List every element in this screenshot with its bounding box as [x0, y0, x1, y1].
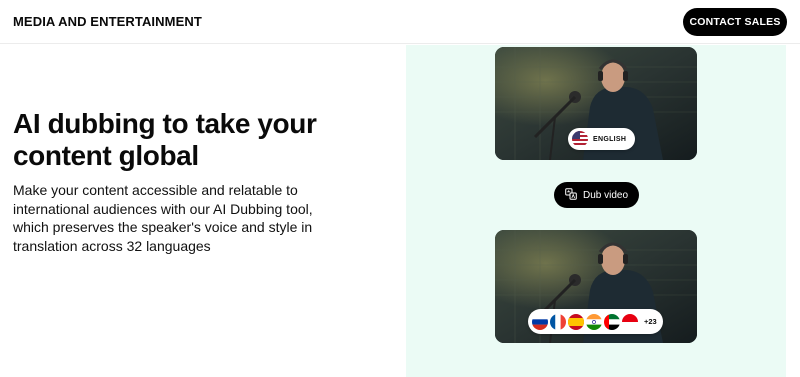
- section-title: MEDIA AND ENTERTAINMENT: [13, 14, 202, 29]
- source-language-badge: ENGLISH: [568, 128, 636, 150]
- france-flag-icon: [550, 313, 566, 330]
- uae-flag-icon: [604, 313, 620, 330]
- indonesia-flag-icon: [622, 313, 638, 330]
- more-languages-count: +23: [644, 317, 657, 326]
- target-languages-badge: +23: [528, 309, 663, 334]
- spain-flag-icon: [568, 313, 584, 330]
- hero-title: AI dubbing to take your content global: [13, 108, 317, 171]
- dub-video-label: Dub video: [582, 189, 629, 201]
- source-language-label: ENGLISH: [593, 135, 627, 143]
- top-bar: MEDIA AND ENTERTAINMENT CONTACT SALES: [0, 0, 800, 44]
- dub-video-button[interactable]: Dub video: [554, 182, 639, 208]
- russia-flag-icon: [532, 313, 548, 330]
- india-flag-icon: [586, 313, 602, 330]
- hero-description: Make your content accessible and relatab…: [13, 182, 313, 254]
- us-flag-icon: [572, 131, 588, 147]
- contact-sales-button[interactable]: CONTACT SALES: [683, 8, 787, 36]
- translate-icon: [565, 187, 577, 203]
